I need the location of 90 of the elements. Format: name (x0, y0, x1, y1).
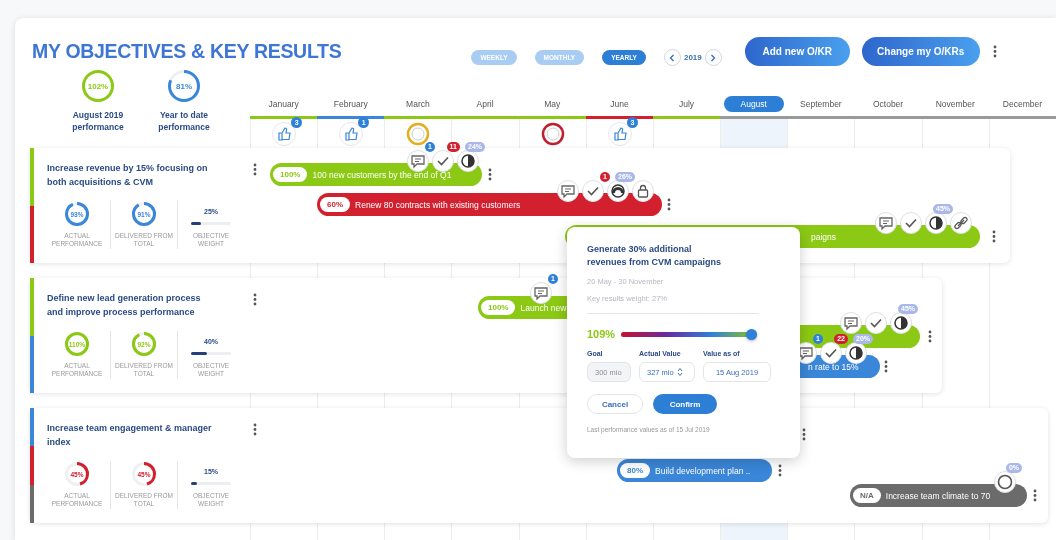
month-label[interactable]: February (333, 97, 368, 111)
medal-icon[interactable] (406, 122, 431, 146)
key-result-label: n rate to 15% (807, 361, 859, 372)
previous-button[interactable] (663, 49, 681, 66)
chevron-left-icon (668, 53, 677, 62)
objective-title: Define new lead generation process and improve process performance (47, 292, 202, 319)
confirm-button[interactable]: Confirm (653, 394, 717, 414)
spinner-icon[interactable] (676, 367, 683, 377)
comment-icon[interactable] (875, 212, 897, 234)
pie-chart-icon[interactable] (890, 312, 912, 334)
progress-ring (131, 331, 157, 357)
more-icon[interactable] (992, 45, 997, 58)
month-label[interactable]: October (872, 97, 904, 111)
key-result-label: 100 new customers by the end of Q1 (311, 169, 452, 180)
more-icon[interactable] (928, 330, 932, 343)
key-result-bar[interactable]: 80% Build development plan .. (617, 459, 772, 482)
progress-ring (64, 461, 90, 487)
progress-pill: 60% (320, 197, 350, 212)
objective-title: Increase revenue by 15% focusing on both acquisitions & CVM (47, 162, 209, 189)
check-icon[interactable] (865, 312, 887, 334)
key-result-label: Renew 80 contracts with existing customers (354, 199, 521, 210)
check-icon[interactable] (820, 342, 842, 364)
action-button[interactable]: Add new O/KR (744, 37, 850, 66)
month-label[interactable]: January (268, 97, 299, 111)
thumbs-up-icon[interactable] (607, 122, 632, 146)
more-icon[interactable] (488, 168, 492, 181)
key-result-bar[interactable]: N/A Increase team climate to 70 (850, 484, 1027, 507)
progress-pill: 100% (481, 300, 516, 315)
more-icon[interactable] (992, 230, 996, 243)
progress-pill: 100% (273, 167, 308, 182)
more-icon[interactable] (253, 293, 257, 306)
medal-icon[interactable] (540, 122, 565, 146)
month-label[interactable]: August (723, 96, 784, 112)
check-icon[interactable] (432, 150, 454, 172)
progress-ring (64, 201, 90, 227)
more-icon[interactable] (667, 198, 671, 211)
thumbs-up-icon[interactable] (339, 122, 364, 146)
month-label[interactable]: May (544, 97, 561, 111)
chevron-right-icon (709, 53, 718, 62)
pie-chart-icon[interactable] (457, 150, 479, 172)
key-result-bar[interactable]: 60% Renew 80 contracts with existing customers (317, 193, 662, 216)
more-icon[interactable] (802, 428, 806, 441)
summary-label: August 2019 performance (71, 109, 125, 133)
more-icon[interactable] (253, 423, 257, 436)
month-label[interactable]: June (610, 97, 629, 111)
pie-chart-icon[interactable] (845, 342, 867, 364)
month-label[interactable]: September (800, 97, 842, 111)
key-result-label: paigns (810, 231, 837, 242)
performance-value: 81% (176, 81, 192, 91)
lock-icon[interactable] (632, 180, 654, 202)
circle-icon[interactable] (994, 471, 1016, 493)
summary-label: Year to date performance (157, 109, 211, 133)
progress-ring (167, 69, 201, 103)
progress-pill: 80% (620, 463, 650, 478)
popup-title: Generate 30% additional revenues from CVM campaigns (587, 243, 723, 269)
action-button[interactable]: Change my O/KRs (861, 37, 980, 66)
cancel-button[interactable]: Cancel (587, 394, 643, 414)
month-label[interactable]: July (679, 97, 695, 111)
month-label[interactable]: March (406, 97, 430, 111)
more-icon[interactable] (253, 163, 257, 176)
comment-icon[interactable] (557, 180, 579, 202)
key-result-label: Launch new (519, 302, 567, 313)
more-icon[interactable] (778, 464, 782, 477)
link-icon[interactable] (950, 212, 972, 234)
comment-icon[interactable] (407, 150, 429, 172)
progress-ring (81, 69, 115, 103)
thumbs-up-icon[interactable] (272, 122, 297, 146)
gauge-icon[interactable] (607, 180, 629, 202)
month-label[interactable]: December (1002, 97, 1042, 111)
comment-icon[interactable] (840, 312, 862, 334)
comment-icon[interactable] (530, 282, 552, 304)
progress-pill: N/A (853, 488, 881, 503)
check-icon[interactable] (582, 180, 604, 202)
more-icon[interactable] (884, 360, 888, 373)
progress-value: 109% (587, 328, 616, 340)
objective-title: Increase team engagement & manager index (47, 422, 213, 449)
year-label: 2019 (683, 53, 702, 62)
pie-chart-icon[interactable] (925, 212, 947, 234)
progress-ring (64, 331, 90, 357)
performance-value: 102% (87, 81, 109, 91)
key-result-label: Increase team climate to 70 (884, 490, 991, 501)
progress-ring (131, 461, 157, 487)
more-icon[interactable] (1033, 489, 1037, 502)
month-label[interactable]: November (935, 97, 975, 111)
month-label[interactable]: April (476, 97, 494, 111)
page-title: MY OBJECTIVES & KEY RESULTS (32, 40, 342, 63)
next-button[interactable] (704, 49, 722, 66)
progress-ring (131, 201, 157, 227)
check-icon[interactable] (900, 212, 922, 234)
key-result-label: Build development plan .. (654, 465, 751, 476)
